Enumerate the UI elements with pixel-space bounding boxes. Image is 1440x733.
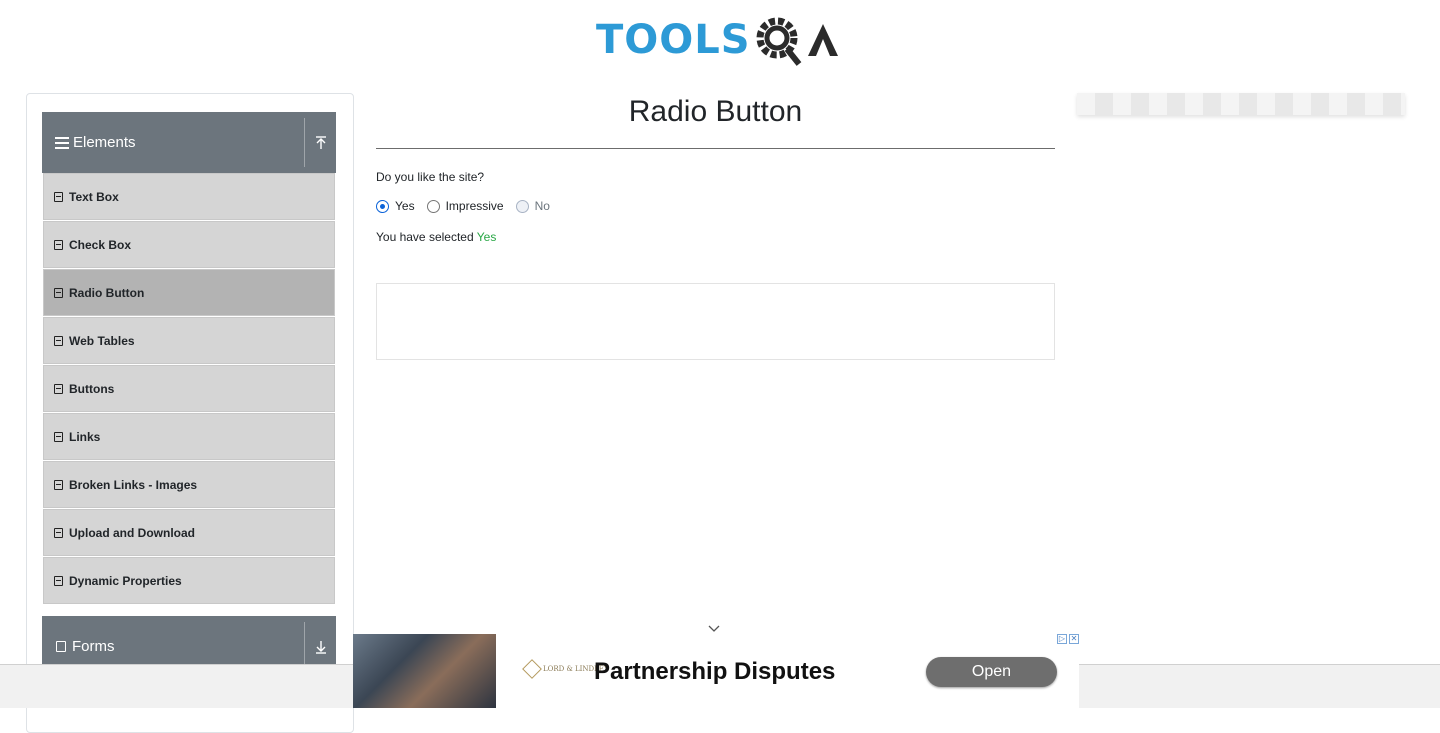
sidebar-item-radio-button[interactable]: Radio Button	[43, 269, 335, 316]
list-icon	[55, 136, 69, 149]
radio-yes[interactable]	[376, 199, 389, 213]
document-icon	[54, 479, 63, 490]
group-title: Elements	[73, 134, 136, 151]
sidebar-item-text-box[interactable]: Text Box	[43, 173, 335, 220]
sidebar-item-upload-download[interactable]: Upload and Download	[43, 509, 335, 556]
document-icon	[54, 239, 63, 250]
sidebar-item-label: Buttons	[69, 381, 115, 396]
group-header-elements[interactable]: Elements	[42, 112, 336, 173]
sidebar-item-label: Web Tables	[69, 333, 135, 348]
radio-label[interactable]: Impressive	[446, 199, 504, 213]
document-icon	[54, 335, 63, 346]
sidebar-item-label: Check Box	[69, 237, 132, 252]
result-value: Yes	[476, 230, 497, 244]
sidebar-item-web-tables[interactable]: Web Tables	[43, 317, 335, 364]
document-icon	[54, 527, 63, 538]
page-title: Radio Button	[628, 95, 803, 128]
sidebar-item-check-box[interactable]: Check Box	[43, 221, 335, 268]
sidebar-item-dynamic-properties[interactable]: Dynamic Properties	[43, 557, 335, 604]
radio-no	[515, 199, 529, 213]
elements-menu: Text Box Check Box Radio Button Web Tabl…	[43, 173, 335, 605]
sidebar-item-links[interactable]: Links	[43, 413, 335, 460]
document-icon	[54, 287, 63, 298]
radio-option-no: No	[515, 199, 550, 213]
ad-strip	[1077, 93, 1405, 115]
ad-placeholder	[376, 283, 1055, 360]
main-content: Radio Button Do you like the site? Yes I…	[376, 93, 1055, 360]
sidebar-item-label: Radio Button	[69, 285, 145, 300]
logo-a-icon	[807, 24, 838, 56]
sidebar-item-label: Text Box	[69, 189, 119, 204]
logo-qa-mark	[751, 12, 839, 68]
document-icon	[56, 641, 66, 652]
radio-impressive[interactable]	[426, 199, 440, 213]
radio-option-yes[interactable]: Yes	[376, 199, 415, 213]
ad-headline: Partnership Disputes	[594, 658, 836, 685]
sidebar-item-broken-links[interactable]: Broken Links - Images	[43, 461, 335, 508]
sidebar-item-buttons[interactable]: Buttons	[43, 365, 335, 412]
result-prefix: You have selected	[376, 230, 474, 244]
adchoices-icon[interactable]: ▷	[1057, 634, 1067, 644]
title-divider	[376, 148, 1055, 149]
sidebar: Elements Text Box Check Box Radio Button…	[26, 93, 354, 733]
radio-label: No	[534, 199, 550, 213]
toolsqa-logo[interactable]: TOOLS	[596, 12, 838, 68]
document-icon	[54, 575, 63, 586]
close-icon[interactable]: ✕	[1069, 634, 1079, 644]
ad-banner[interactable]: LORD & LINDLEY Partnership Disputes Open…	[353, 634, 1079, 708]
group-title: Forms	[72, 638, 115, 655]
ad-image	[353, 634, 496, 708]
brand-mark-icon	[522, 659, 542, 679]
sidebar-item-label: Upload and Download	[69, 525, 195, 540]
sidebar-item-label: Broken Links - Images	[69, 477, 198, 492]
document-icon	[54, 431, 63, 442]
selection-result: You have selected Yes	[376, 230, 496, 244]
radio-label[interactable]: Yes	[395, 199, 415, 213]
radio-option-impressive[interactable]: Impressive	[426, 199, 504, 213]
ad-choices[interactable]: ▷ ✕	[1057, 634, 1079, 644]
radio-group: Yes Impressive No	[376, 199, 562, 213]
logo-tools-text: TOOLS	[596, 17, 751, 63]
gear-magnifier-icon	[756, 17, 801, 66]
arrow-up-icon[interactable]	[304, 118, 336, 167]
document-icon	[54, 383, 63, 394]
sidebar-item-label: Links	[69, 429, 101, 444]
ad-open-button[interactable]: Open	[926, 657, 1057, 687]
question-text: Do you like the site?	[376, 170, 485, 184]
document-icon	[54, 191, 63, 202]
sidebar-item-label: Dynamic Properties	[69, 573, 182, 588]
